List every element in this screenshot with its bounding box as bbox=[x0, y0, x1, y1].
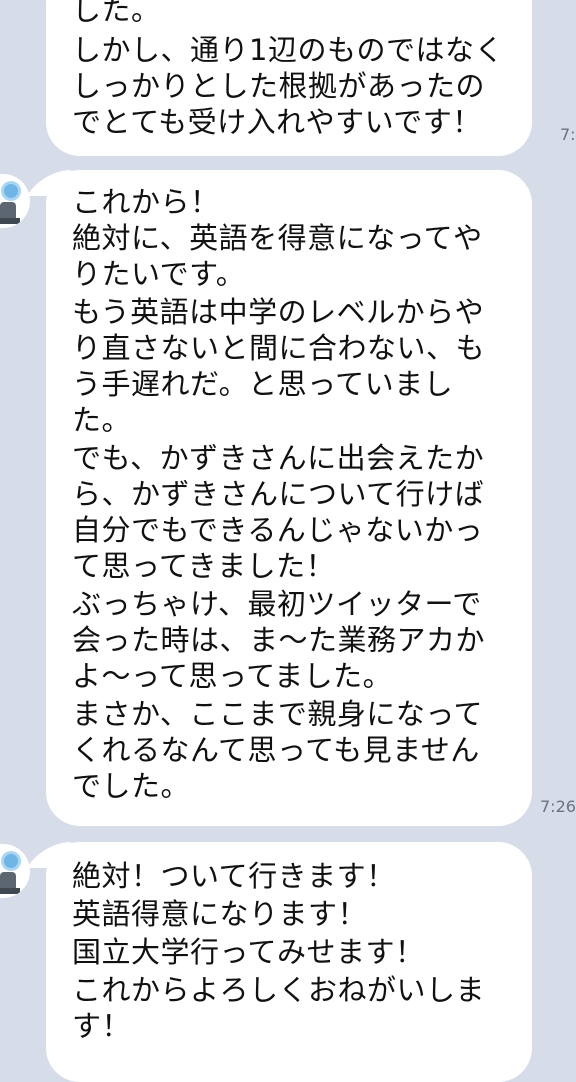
message-1-line-4: でとても受け入れやすいです！ bbox=[72, 105, 482, 139]
message-2-line-6: う手遅れだ。と思っていまし bbox=[72, 367, 454, 401]
message-2-line-17: でした。 bbox=[72, 769, 191, 803]
message-3-line-5: す！ bbox=[72, 1009, 132, 1043]
message-2-line-7: た。 bbox=[72, 403, 132, 437]
message-3-line-2: 英語得意になります！ bbox=[72, 897, 368, 931]
sender-avatar[interactable] bbox=[0, 174, 30, 228]
flower-icon bbox=[4, 854, 18, 868]
message-2-line-14: よ〜って思ってました。 bbox=[72, 659, 393, 693]
message-bubble-1: した。 しかし、通り1辺のものではなく しっかりとした根拠があったの でとても受… bbox=[46, 0, 532, 156]
message-2-line-12: ぶっちゃけ、最初ツイッターで bbox=[72, 587, 482, 621]
message-2-line-3: りたいです。 bbox=[72, 257, 246, 291]
message-3-line-3: 国立大学行ってみせます！ bbox=[72, 935, 425, 969]
message-2-timestamp: 7:26 bbox=[540, 797, 576, 816]
flower-icon bbox=[4, 184, 18, 198]
message-1-timestamp: 7: bbox=[560, 125, 576, 144]
message-2-line-15: まさか、ここまで親身になって bbox=[72, 697, 483, 731]
message-1-line-1: した。 bbox=[72, 0, 161, 27]
sender-avatar[interactable] bbox=[0, 844, 30, 898]
message-2-line-1: これから！ bbox=[72, 185, 220, 219]
message-2-line-4: もう英語は中学のレベルからや bbox=[72, 295, 485, 329]
message-2-line-5: り直さないと間に合わない、も bbox=[72, 331, 486, 365]
message-3-line-4: これからよろしくおねがいしま bbox=[72, 973, 486, 1007]
message-2-line-2: 絶対に、英語を得意になってや bbox=[72, 221, 483, 255]
message-bubble-2: これから！ 絶対に、英語を得意になってや りたいです。 もう英語は中学のレベルか… bbox=[27, 170, 532, 826]
message-1-line-2: しかし、通り1辺のものではなく bbox=[72, 33, 504, 67]
message-1-line-3: しっかりとした根拠があったの bbox=[72, 69, 486, 103]
message-2-line-11: て思ってきました！ bbox=[72, 549, 336, 583]
message-3-line-1: 絶対！ついて行きます！ bbox=[72, 859, 396, 893]
message-bubble-3: 絶対！ついて行きます！ 英語得意になります！ 国立大学行ってみせます！ これから… bbox=[27, 842, 532, 1082]
message-2-line-10: 自分でもできるんじゃないかっ bbox=[72, 513, 484, 547]
message-2-line-16: くれるなんて思っても見ません bbox=[72, 733, 480, 767]
message-2-line-13: 会った時は、ま〜た業務アカか bbox=[72, 623, 486, 657]
message-2-line-9: ら、かずきさんについて行けば bbox=[72, 477, 485, 511]
message-2-line-8: でも、かずきさんに出会えたか bbox=[72, 441, 485, 475]
